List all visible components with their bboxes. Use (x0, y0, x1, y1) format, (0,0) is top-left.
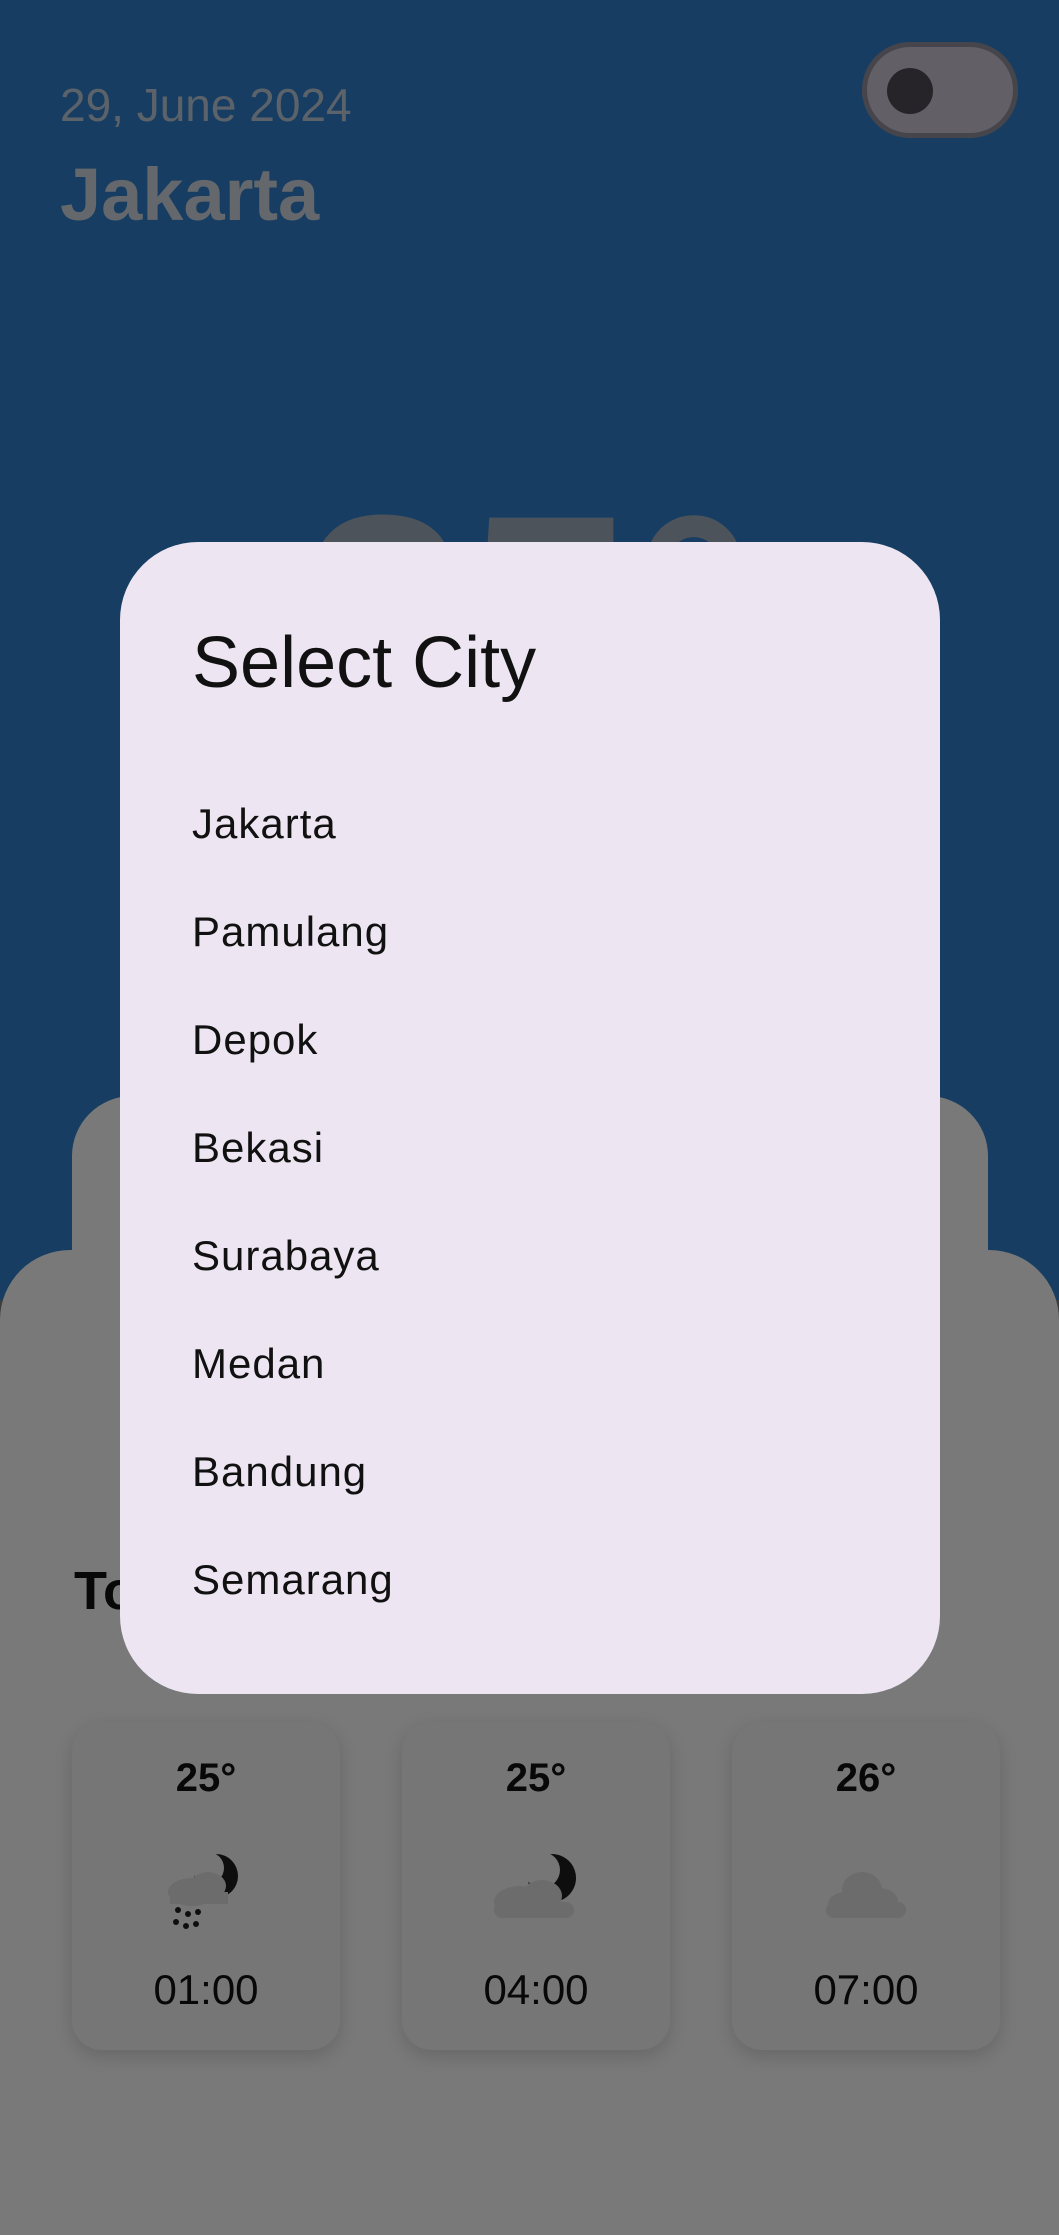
city-option-bandung[interactable]: Bandung (120, 1418, 940, 1526)
city-option-jakarta[interactable]: Jakarta (120, 770, 940, 878)
city-option-semarang[interactable]: Semarang (120, 1526, 940, 1634)
city-option-surabaya[interactable]: Surabaya (120, 1202, 940, 1310)
city-option-medan[interactable]: Medan (120, 1310, 940, 1418)
city-list: Jakarta Pamulang Depok Bekasi Surabaya M… (120, 770, 940, 1634)
select-city-dialog: Select City Jakarta Pamulang Depok Bekas… (120, 542, 940, 1694)
dialog-title: Select City (192, 623, 537, 703)
city-option-depok[interactable]: Depok (120, 986, 940, 1094)
city-option-pamulang[interactable]: Pamulang (120, 878, 940, 986)
city-option-bekasi[interactable]: Bekasi (120, 1094, 940, 1202)
